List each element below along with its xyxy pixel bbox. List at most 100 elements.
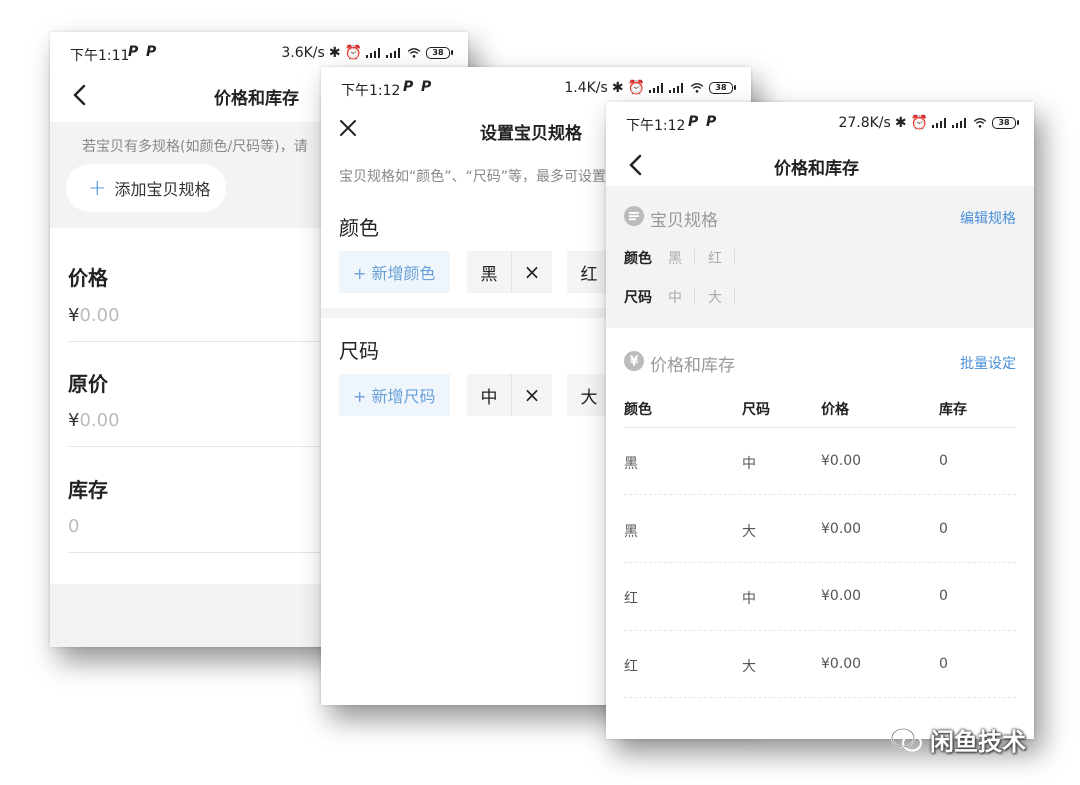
currency-symbol: ¥ xyxy=(68,305,80,326)
cell-size: 中 xyxy=(742,456,756,472)
cell-stock[interactable]: 0 xyxy=(939,521,948,537)
bluetooth-icon: ✱ xyxy=(328,45,341,61)
signal-icon xyxy=(952,118,966,128)
back-icon[interactable] xyxy=(624,152,650,178)
spec-summary: 宝贝规格 编辑规格 颜色 黑 红 尺码 中 大 xyxy=(606,186,1034,328)
size-tag: 中 × xyxy=(467,374,552,416)
row-divider xyxy=(624,697,1016,698)
original-price-label: 原价 xyxy=(68,372,108,396)
size-tag-label: 中 xyxy=(480,387,498,408)
yen-icon: ¥ xyxy=(624,351,644,371)
status-app-icon: P xyxy=(128,44,139,60)
table-header-price: 价格 xyxy=(821,402,849,418)
signal-icon xyxy=(366,48,380,58)
cell-price[interactable]: ¥0.00 xyxy=(821,588,861,604)
spec-section-title: 宝贝规格 xyxy=(650,211,718,231)
status-bar: 下午1:12 P P 27.8K/s ✱ ⏰ 38 xyxy=(606,102,1034,140)
back-icon[interactable] xyxy=(68,82,94,108)
remove-tag-icon[interactable]: × xyxy=(512,251,552,293)
color-tag: 黑 × xyxy=(467,251,552,293)
spec-hint-text: 若宝贝有多规格(如颜色/尺码等)，请 xyxy=(82,139,308,155)
plus-icon: + xyxy=(88,175,107,201)
row-divider xyxy=(624,494,1016,495)
status-right: 1.4K/s ✱ ⏰ 38 xyxy=(564,80,736,96)
screen-price-stock-filled: 下午1:12 P P 27.8K/s ✱ ⏰ 38 价格和库存 宝贝规格 编辑规… xyxy=(606,102,1034,739)
page-title: 价格和库存 xyxy=(774,159,859,179)
cell-price[interactable]: ¥0.00 xyxy=(821,521,861,537)
original-price-placeholder: 0.00 xyxy=(79,410,120,431)
signal-icon xyxy=(932,118,946,128)
original-price-input[interactable]: ¥0.00 xyxy=(68,410,120,431)
row-divider xyxy=(624,630,1016,631)
cell-color: 黑 xyxy=(624,524,638,540)
currency-symbol: ¥ xyxy=(68,410,80,431)
status-bar: 下午1:12 P P 1.4K/s ✱ ⏰ 38 xyxy=(321,67,751,105)
cell-price[interactable]: ¥0.00 xyxy=(821,453,861,469)
cell-size: 大 xyxy=(742,659,756,675)
cell-stock[interactable]: 0 xyxy=(939,453,948,469)
alarm-icon: ⏰ xyxy=(344,45,362,61)
signal-icon xyxy=(669,83,683,93)
network-speed: 3.6K/s xyxy=(281,45,325,61)
status-time: 下午1:11 xyxy=(70,48,130,64)
wifi-icon xyxy=(973,118,987,128)
bluetooth-icon: ✱ xyxy=(611,80,624,96)
cell-size: 中 xyxy=(742,591,756,607)
cell-color: 红 xyxy=(624,659,638,675)
price-placeholder: 0.00 xyxy=(79,305,120,326)
stock-input[interactable]: 0 xyxy=(68,516,79,537)
nav-bar: 价格和库存 xyxy=(606,140,1034,190)
cell-stock[interactable]: 0 xyxy=(939,656,948,672)
color-value: 红 xyxy=(708,251,722,267)
wifi-icon xyxy=(407,48,421,58)
add-color-button[interactable]: + 新增颜色 xyxy=(339,251,450,293)
battery-icon: 38 xyxy=(709,82,736,94)
cell-color: 红 xyxy=(624,591,638,607)
status-app-icon: P xyxy=(146,44,157,60)
size-section-title: 尺码 xyxy=(339,339,379,363)
status-app-icon: P xyxy=(403,79,414,95)
size-tag-label: 大 xyxy=(580,387,598,408)
color-tag-label: 黑 xyxy=(480,264,498,285)
bluetooth-icon: ✱ xyxy=(894,115,907,131)
signal-icon xyxy=(649,83,663,93)
add-spec-button[interactable]: + 添加宝贝规格 xyxy=(66,164,226,212)
cell-stock[interactable]: 0 xyxy=(939,588,948,604)
remove-tag-icon[interactable]: × xyxy=(512,374,552,416)
status-time: 下午1:12 xyxy=(341,83,401,99)
status-app-icon: P xyxy=(421,79,432,95)
cell-price[interactable]: ¥0.00 xyxy=(821,656,861,672)
battery-icon: 38 xyxy=(426,47,453,59)
status-bar: 下午1:11 P P 3.6K/s ✱ ⏰ 38 xyxy=(50,32,468,70)
price-label: 价格 xyxy=(68,266,108,290)
page-title: 设置宝贝规格 xyxy=(480,124,582,144)
color-key: 颜色 xyxy=(624,251,652,267)
divider xyxy=(734,288,735,304)
list-icon xyxy=(624,206,644,226)
table-header-color: 颜色 xyxy=(624,402,652,418)
status-app-icon: P xyxy=(706,114,717,130)
signal-icon xyxy=(386,48,400,58)
wechat-icon xyxy=(891,727,922,751)
wifi-icon xyxy=(690,83,704,93)
color-value: 黑 xyxy=(668,251,682,267)
battery-icon: 38 xyxy=(992,117,1019,129)
add-size-button[interactable]: + 新增尺码 xyxy=(339,374,450,416)
divider xyxy=(694,288,695,304)
color-section-title: 颜色 xyxy=(339,216,379,240)
watermark: 闲鱼技术 xyxy=(890,722,1026,757)
network-speed: 1.4K/s xyxy=(564,80,608,96)
size-value: 大 xyxy=(708,290,722,306)
table-header-stock: 库存 xyxy=(939,402,967,418)
status-right: 27.8K/s ✱ ⏰ 38 xyxy=(838,115,1019,131)
divider xyxy=(734,249,735,265)
price-input[interactable]: ¥0.00 xyxy=(68,305,120,326)
cell-color: 黑 xyxy=(624,456,638,472)
divider xyxy=(624,427,1016,428)
status-right: 3.6K/s ✱ ⏰ 38 xyxy=(281,45,453,61)
edit-spec-link[interactable]: 编辑规格 xyxy=(960,208,1016,228)
batch-set-link[interactable]: 批量设定 xyxy=(960,353,1016,373)
close-icon[interactable] xyxy=(337,117,359,139)
table-header-size: 尺码 xyxy=(742,402,770,418)
status-time: 下午1:12 xyxy=(626,118,686,134)
